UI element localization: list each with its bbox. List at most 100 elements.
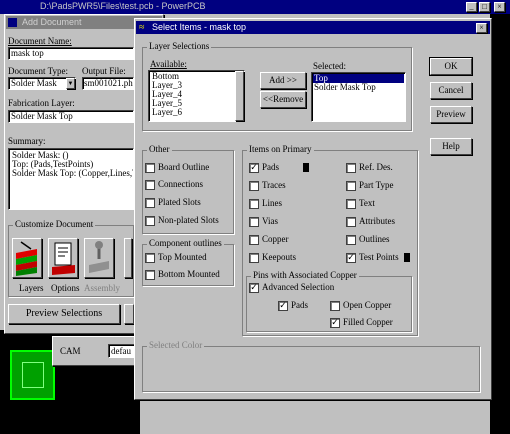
options-button[interactable]	[48, 238, 78, 278]
copper-label: Copper	[262, 234, 289, 244]
text-label: Text	[359, 198, 375, 208]
add-button[interactable]: Add >>	[260, 72, 306, 89]
ref-des-checkbox[interactable]	[346, 163, 356, 173]
summary-label: Summary:	[8, 136, 46, 146]
bottom-mounted-checkbox[interactable]	[145, 270, 155, 280]
bg-pcb-area	[490, 14, 510, 434]
keepouts-label: Keepouts	[262, 252, 296, 262]
connections-label: Connections	[158, 179, 203, 189]
assembly-button[interactable]	[84, 238, 114, 278]
filled-copper-label: Filled Copper	[343, 317, 393, 327]
selected-label: Selected:	[313, 61, 346, 71]
board-outline-label: Board Outline	[158, 162, 210, 172]
ok-button[interactable]: OK	[429, 57, 473, 76]
doc-type-value: Solder Mask	[11, 78, 57, 88]
outlines-checkbox[interactable]	[346, 235, 356, 245]
bottom-mounted-label: Bottom Mounted	[158, 269, 220, 279]
bg-app-title: D:\PadsPWR5\Files\test.pcb - PowerPCB	[40, 1, 206, 11]
vias-label: Vias	[262, 216, 278, 226]
component-outlines-group: Component outlines	[142, 238, 234, 286]
keepouts-checkbox[interactable]	[249, 253, 259, 263]
lines-checkbox[interactable]	[249, 199, 259, 209]
fab-layer-input[interactable]: Solder Mask Top	[8, 110, 134, 123]
attributes-label: Attributes	[359, 216, 395, 226]
plated-slots-label: Plated Slots	[158, 197, 201, 207]
output-file-input[interactable]: sm001021.pho	[82, 77, 134, 90]
component-outlines-label: Component outlines	[147, 238, 224, 248]
selected-color-group: Selected Color	[142, 340, 480, 392]
pcb-board-inner	[22, 362, 44, 388]
layers-label: Layers	[19, 283, 44, 293]
add-document-title: Add Document	[22, 17, 82, 27]
doc-name-input[interactable]: mask top	[8, 47, 134, 60]
test-points-checkbox[interactable]: ✓	[346, 253, 356, 263]
available-scrollbar[interactable]	[235, 71, 244, 121]
traces-checkbox[interactable]	[249, 181, 259, 191]
pads-label: Pads	[262, 162, 280, 172]
assembly-label: Assembly	[84, 283, 120, 293]
vias-checkbox[interactable]	[249, 217, 259, 227]
available-label: Available:	[150, 59, 187, 69]
outlines-label: Outlines	[359, 234, 390, 244]
copper-checkbox[interactable]	[249, 235, 259, 245]
cam-label: CAM	[60, 346, 81, 356]
remove-button[interactable]: <<Remove	[260, 91, 306, 108]
pins-pads-checkbox[interactable]: ✓	[278, 301, 288, 311]
part-type-label: Part Type	[359, 180, 394, 190]
summary-box: Solder Mask: () Top: (Pads,TestPoints) S…	[8, 148, 134, 210]
lines-label: Lines	[262, 198, 282, 208]
select-items-titlebar: Select Items - mask top	[136, 21, 490, 34]
preview-selections-button[interactable]: Preview Selections	[8, 304, 120, 324]
test-points-label: Test Points	[359, 252, 399, 262]
selected-item[interactable]: Solder Mask Top	[313, 83, 404, 92]
plated-slots-checkbox[interactable]	[145, 198, 155, 208]
open-copper-label: Open Copper	[343, 300, 392, 310]
layer-selections-label: Layer Selections	[147, 41, 212, 51]
options-icon	[52, 242, 75, 275]
board-outline-checkbox[interactable]	[145, 163, 155, 173]
select-items-close-button[interactable]: ×	[476, 23, 487, 33]
available-item[interactable]: Layer_6	[151, 108, 244, 117]
doc-type-dropdown-icon[interactable]: ▼	[66, 78, 75, 89]
help-button[interactable]: Help	[430, 138, 472, 155]
top-mounted-label: Top Mounted	[158, 252, 207, 262]
non-plated-slots-label: Non-plated Slots	[158, 215, 219, 225]
selected-color-label: Selected Color	[147, 340, 205, 350]
attributes-checkbox[interactable]	[346, 217, 356, 227]
doc-name-label: Document Name:	[8, 36, 72, 46]
ref-des-label: Ref. Des.	[359, 162, 393, 172]
available-list[interactable]: Bottom Layer_3 Layer_4 Layer_5 Layer_6	[148, 70, 245, 122]
assembly-icon	[89, 241, 109, 273]
preview-button[interactable]: Preview	[430, 106, 472, 123]
connections-checkbox[interactable]	[145, 180, 155, 190]
minimize-button[interactable]: _	[466, 2, 477, 12]
cancel-button[interactable]: Cancel	[430, 82, 472, 99]
add-document-side-button[interactable]	[124, 304, 134, 324]
top-mounted-checkbox[interactable]	[145, 253, 155, 263]
open-copper-checkbox[interactable]	[330, 301, 340, 311]
test-points-color-swatch[interactable]	[404, 253, 410, 262]
select-items-title-icon: ≈	[139, 22, 145, 33]
customize-document-label: Customize Document	[13, 219, 96, 229]
advanced-selection-label: Advanced Selection	[262, 282, 335, 292]
customize-extra-button[interactable]	[124, 238, 132, 278]
pins-pads-label: Pads	[291, 300, 309, 310]
text-checkbox[interactable]	[346, 199, 356, 209]
pads-checkbox[interactable]: ✓	[249, 163, 259, 173]
layers-button[interactable]	[12, 238, 42, 278]
selected-list[interactable]: Top Solder Mask Top	[311, 72, 406, 122]
non-plated-slots-checkbox[interactable]	[145, 216, 155, 226]
other-label: Other	[147, 144, 172, 154]
layers-icon	[16, 241, 37, 276]
part-type-checkbox[interactable]	[346, 181, 356, 191]
options-label: Options	[51, 283, 80, 293]
pins-copper-label: Pins with Associated Copper	[251, 270, 359, 280]
maximize-button[interactable]: □	[479, 2, 490, 12]
advanced-selection-checkbox[interactable]: ✓	[249, 283, 259, 293]
close-app-button[interactable]: ×	[494, 2, 505, 12]
select-items-title: Select Items - mask top	[152, 22, 247, 32]
pads-color-swatch[interactable]	[303, 163, 309, 172]
add-document-title-icon	[8, 18, 17, 27]
filled-copper-checkbox[interactable]: ✓	[330, 318, 340, 328]
traces-label: Traces	[262, 180, 286, 190]
